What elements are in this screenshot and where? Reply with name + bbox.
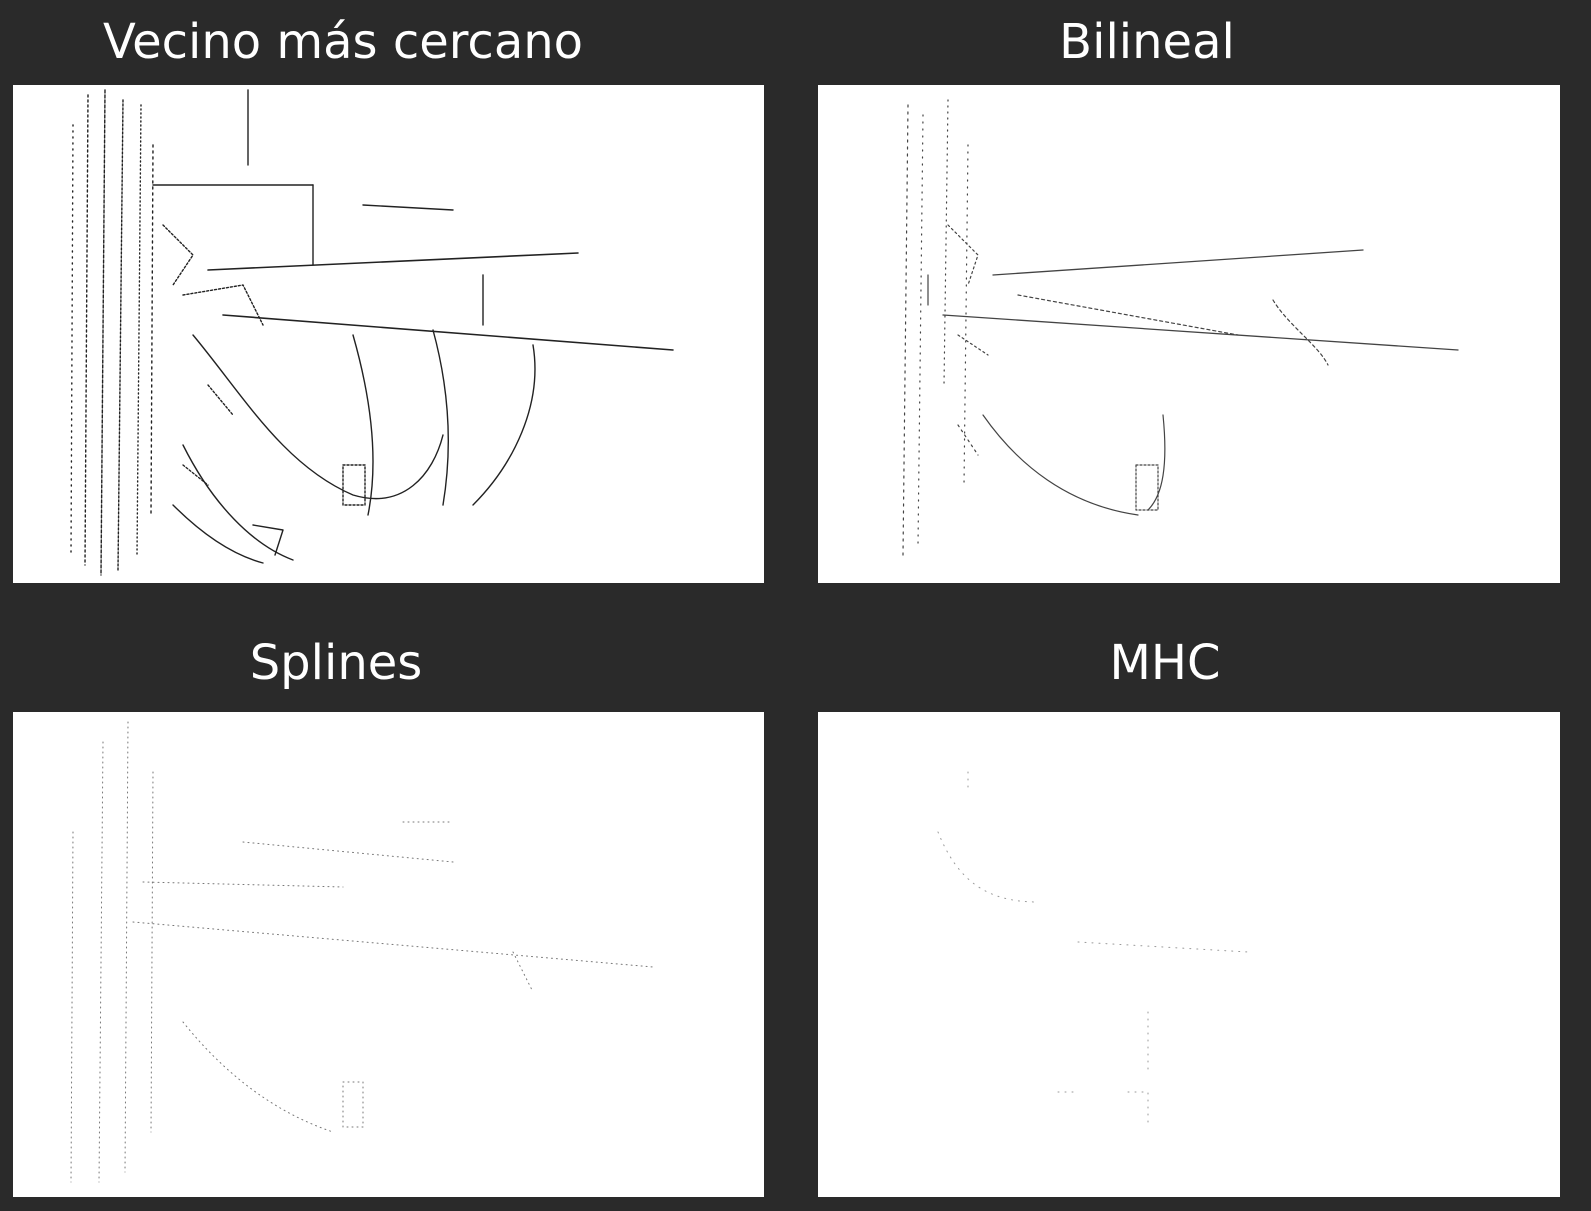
panel-title-vecino: Vecino más cercano — [102, 14, 584, 70]
edge-map-splines — [13, 712, 764, 1197]
edge-sketch-vecino — [70, 89, 674, 576]
edge-sketch-splines — [70, 721, 654, 1183]
panel-title-splines: Splines — [249, 635, 423, 691]
panel-title-bilineal: Bilineal — [1059, 14, 1235, 70]
edge-map-mhc — [818, 712, 1560, 1197]
edge-sketch-bilineal — [902, 99, 1459, 556]
edge-sketch-mhc — [937, 771, 1249, 1123]
edge-map-bilineal — [818, 85, 1560, 583]
panel-title-mhc: MHC — [1109, 635, 1221, 691]
edge-map-vecino — [13, 85, 764, 583]
